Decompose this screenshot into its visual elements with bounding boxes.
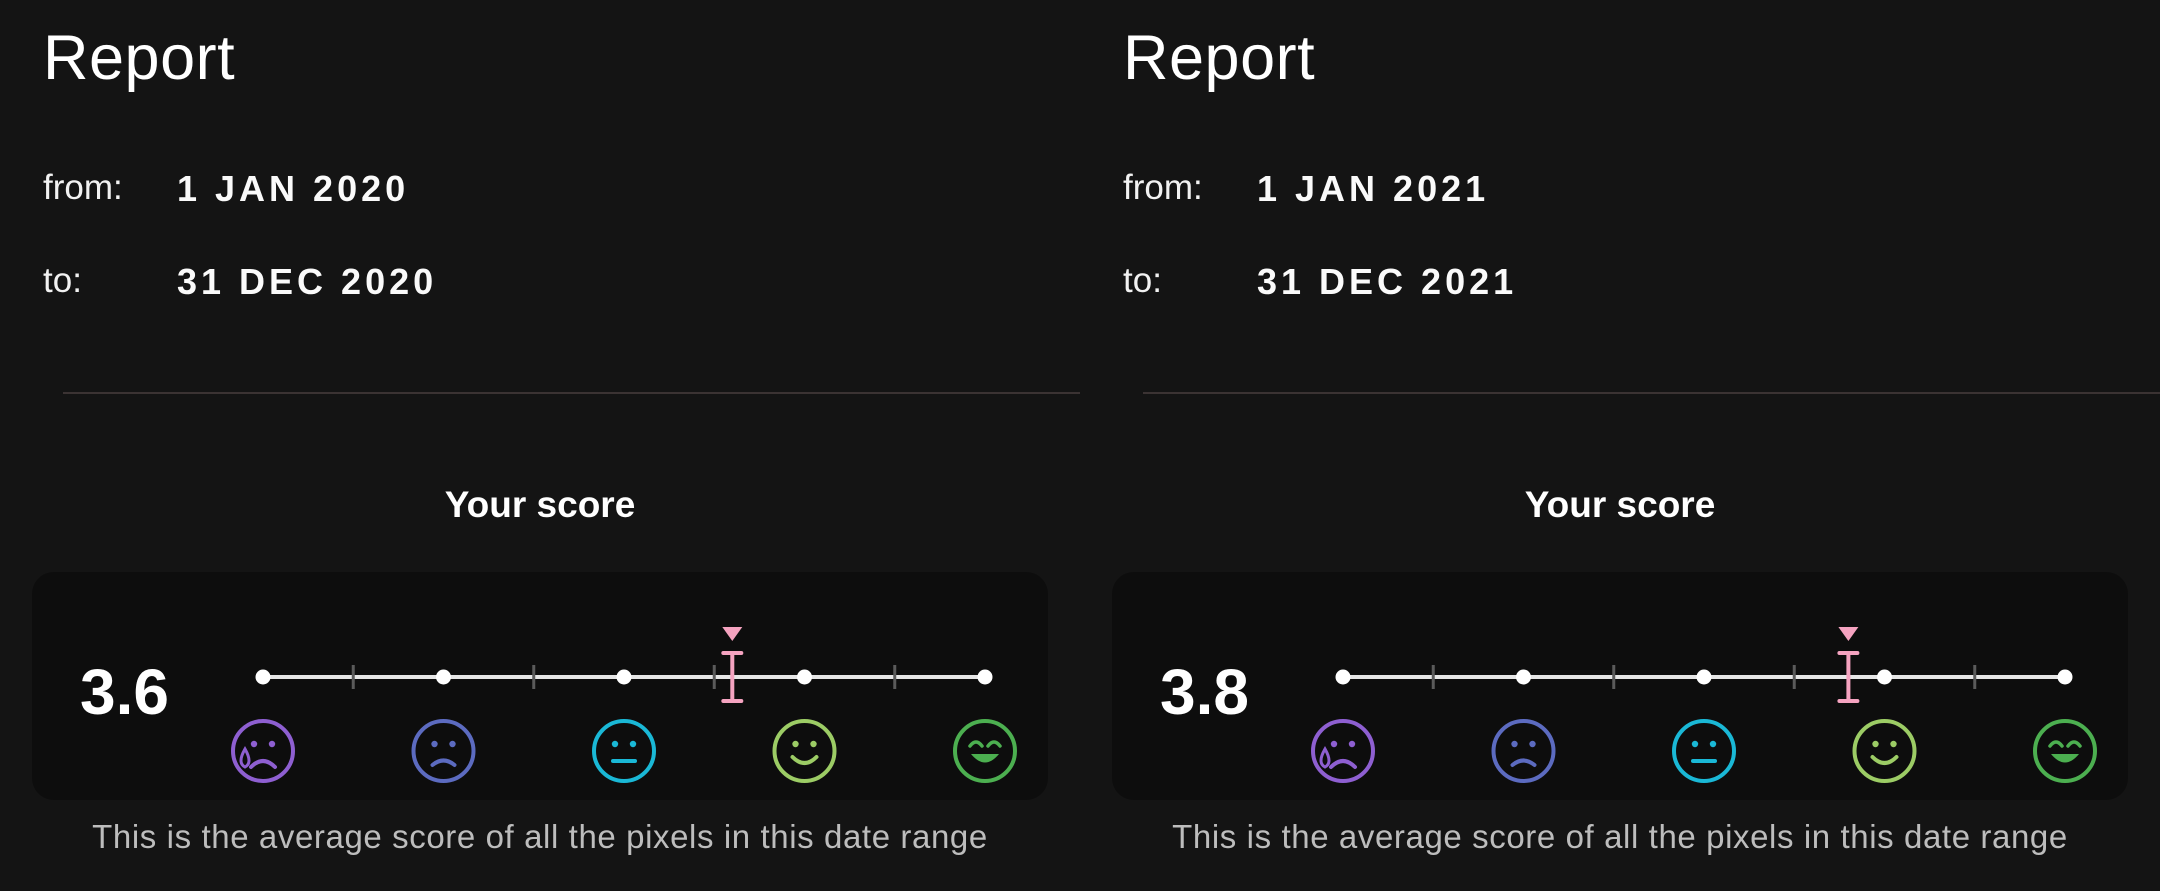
sad-face-icon	[411, 719, 476, 783]
smiling-face-icon	[1852, 719, 1917, 783]
scale-point	[436, 669, 451, 685]
score-marker	[1837, 627, 1860, 703]
score-heading: Your score	[444, 484, 636, 525]
score-caption: This is the average score of all the pix…	[1172, 818, 2068, 855]
score-caption: This is the average score of all the pix…	[92, 818, 988, 855]
score-marker	[721, 627, 744, 703]
scale-point	[1696, 669, 1712, 685]
scale-point	[2057, 669, 2073, 685]
sad-face-icon	[1491, 719, 1556, 783]
mood-scale	[1311, 627, 2097, 783]
grinning-face-icon	[953, 719, 1017, 783]
divider	[63, 392, 1080, 394]
grinning-face-icon	[2033, 719, 2097, 783]
scale-point	[797, 669, 812, 685]
report-title: Report	[43, 23, 236, 93]
to-date[interactable]: 31 DEC 2021	[1257, 261, 1517, 303]
report-title: Report	[1123, 23, 1316, 93]
scale-point	[1877, 669, 1892, 685]
to-label: to:	[43, 261, 82, 300]
from-label: from:	[1123, 168, 1203, 207]
scale-point	[1516, 669, 1531, 685]
neutral-face-icon	[592, 719, 656, 783]
report-panel-2020: Report from: 1 JAN 2020 to: 31 DEC 2020 …	[0, 0, 1080, 891]
crying-face-icon	[1311, 719, 1375, 783]
to-label: to:	[1123, 261, 1162, 300]
scale-point	[977, 669, 993, 685]
to-date[interactable]: 31 DEC 2020	[177, 261, 437, 303]
scale-point	[1335, 669, 1351, 685]
score-heading: Your score	[1524, 484, 1716, 525]
from-date[interactable]: 1 JAN 2021	[1257, 168, 1489, 210]
scale-point	[255, 669, 271, 685]
from-label: from:	[43, 168, 123, 207]
smiling-face-icon	[772, 719, 837, 783]
mood-scale	[231, 627, 1017, 783]
crying-face-icon	[231, 719, 295, 783]
neutral-face-icon	[1672, 719, 1736, 783]
report-panel-2021: Report from: 1 JAN 2021 to: 31 DEC 2021 …	[1080, 0, 2160, 891]
scale-point	[616, 669, 632, 685]
divider	[1143, 392, 2160, 394]
from-date[interactable]: 1 JAN 2020	[177, 168, 409, 210]
